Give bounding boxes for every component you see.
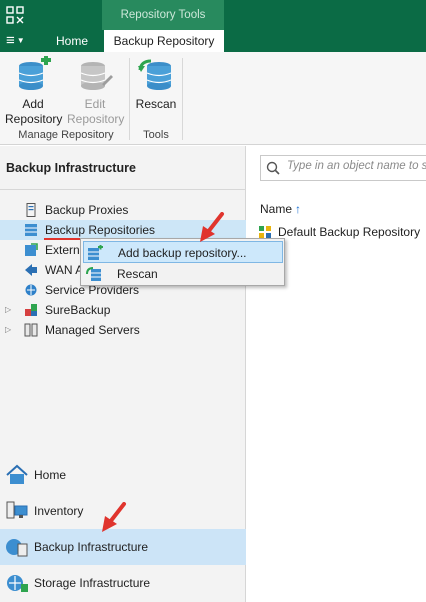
add-repository-label-2: Repository (5, 112, 63, 126)
repository-icon (25, 224, 37, 236)
pane-title: Backup Infrastructure (6, 161, 136, 175)
column-header-name[interactable]: Name ↑ (260, 202, 301, 216)
tree-item-surebackup[interactable]: ▷ SureBackup (0, 300, 246, 320)
main-menu-button[interactable]: ≡ ▼ (6, 31, 36, 51)
menu-item-add-backup-repository[interactable]: Add backup repository... (83, 241, 283, 263)
nav-label: Inventory (34, 504, 84, 518)
ribbon-group-separator (182, 58, 183, 140)
rescan-icon (86, 267, 101, 281)
repository-grid-icon (259, 226, 271, 238)
rescan-label: Rescan (135, 97, 177, 111)
context-menu: Add backup repository... Rescan (80, 238, 285, 286)
veeam-logo-icon (6, 6, 24, 24)
edit-repository-label-1: Edit (84, 97, 106, 111)
tree-item-label: Backup Proxies (45, 203, 129, 217)
menu-item-label: Rescan (117, 267, 158, 281)
nav-label: Home (34, 468, 67, 482)
tree-item-label: Backup Repositories (45, 223, 156, 237)
backup-infrastructure-icon (6, 539, 28, 557)
add-repository-label-1: Add (22, 97, 44, 111)
add-repository-button[interactable]: Add Repository (5, 56, 63, 127)
tree-item-managed-servers[interactable]: ▷ Managed Servers (0, 320, 246, 340)
tab-backup-repository[interactable]: Backup Repository (104, 30, 224, 52)
nav-label: Backup Infrastructure (34, 540, 149, 554)
wan-accelerator-icon (25, 264, 37, 276)
home-icon (6, 464, 28, 484)
list-item-label: Default Backup Repository (278, 225, 421, 239)
edit-repository-icon (80, 62, 113, 90)
annotation-arrow-icon (102, 502, 126, 532)
service-provider-icon (25, 284, 37, 296)
rescan-icon (138, 59, 172, 90)
rescan-button[interactable]: Rescan (130, 56, 182, 112)
surebackup-icon (25, 304, 37, 316)
nav-storage-infrastructure[interactable]: Storage Infrastructure (0, 565, 246, 601)
repository-tools-context-tab: Repository Tools (102, 0, 224, 30)
inventory-icon (6, 501, 28, 519)
managed-servers-icon (24, 323, 38, 337)
title-bar: Repository Tools ≡ ▼ Home Backup Reposito… (0, 0, 426, 52)
nav-home[interactable]: Home (0, 457, 246, 493)
tree-item-label: SureBackup (45, 303, 111, 317)
edit-repository-label-2: Repository (67, 112, 125, 126)
edit-repository-button[interactable]: Edit Repository (67, 56, 125, 127)
expand-arrow-icon[interactable]: ▷ (5, 300, 11, 320)
expand-arrow-icon[interactable]: ▷ (5, 320, 11, 340)
column-header-label: Name (260, 202, 293, 216)
storage-infrastructure-icon (7, 575, 28, 592)
add-repository-icon (88, 245, 103, 260)
chevron-down-icon: ▼ (16, 36, 25, 45)
tab-home[interactable]: Home (46, 30, 98, 52)
tree-item-label: WAN A (45, 263, 84, 277)
search-box[interactable] (260, 155, 426, 181)
search-input[interactable] (285, 159, 426, 173)
ribbon: Add Repository Edit Repository Rescan Ma… (0, 52, 426, 145)
server-icon (26, 203, 36, 217)
menu-item-label: Add backup repository... (118, 246, 247, 260)
sort-ascending-icon: ↑ (295, 202, 302, 216)
menu-icon: ≡ (6, 32, 15, 49)
tree-item-label: Managed Servers (45, 323, 140, 337)
annotation-arrow-icon (200, 212, 224, 242)
add-repository-icon (18, 56, 51, 90)
nav-label: Storage Infrastructure (34, 576, 151, 590)
menu-item-rescan[interactable]: Rescan (83, 263, 283, 285)
group-label-manage-repository: Manage Repository (18, 129, 114, 141)
search-icon (266, 161, 280, 175)
external-repository-icon (25, 243, 38, 256)
group-label-tools: Tools (143, 129, 169, 141)
divider (0, 189, 246, 190)
